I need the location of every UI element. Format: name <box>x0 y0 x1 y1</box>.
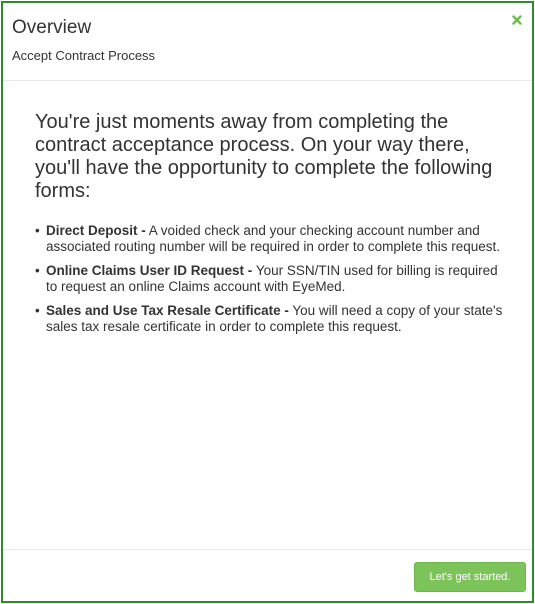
bullet-icon: • <box>35 303 40 318</box>
close-button[interactable] <box>508 11 526 29</box>
lets-get-started-button[interactable]: Let's get started. <box>414 562 526 592</box>
list-item-online-claims: • Online Claims User ID Request - Your S… <box>35 263 512 295</box>
list-item-term: Direct Deposit - <box>46 223 146 238</box>
modal-title: Overview <box>12 17 92 38</box>
intro-text: You're just moments away from completing… <box>35 111 493 202</box>
list-item-direct-deposit: • Direct Deposit - A voided check and yo… <box>35 223 512 255</box>
modal-body: You're just moments away from completing… <box>3 81 532 551</box>
list-item-term: Online Claims User ID Request - <box>46 263 253 278</box>
bullet-icon: • <box>35 263 40 278</box>
list-item-sales-tax: • Sales and Use Tax Resale Certificate -… <box>35 303 512 335</box>
forms-list: • Direct Deposit - A voided check and yo… <box>35 223 512 335</box>
close-x-icon[interactable] <box>512 15 522 25</box>
modal-footer: Let's get started. <box>3 549 532 601</box>
bullet-icon: • <box>35 223 40 238</box>
list-item-term: Sales and Use Tax Resale Certificate - <box>46 303 289 318</box>
overview-modal: Overview Accept Contract Process You're … <box>1 1 534 603</box>
modal-subtitle: Accept Contract Process <box>12 48 156 63</box>
modal-header: Overview Accept Contract Process <box>3 3 532 81</box>
